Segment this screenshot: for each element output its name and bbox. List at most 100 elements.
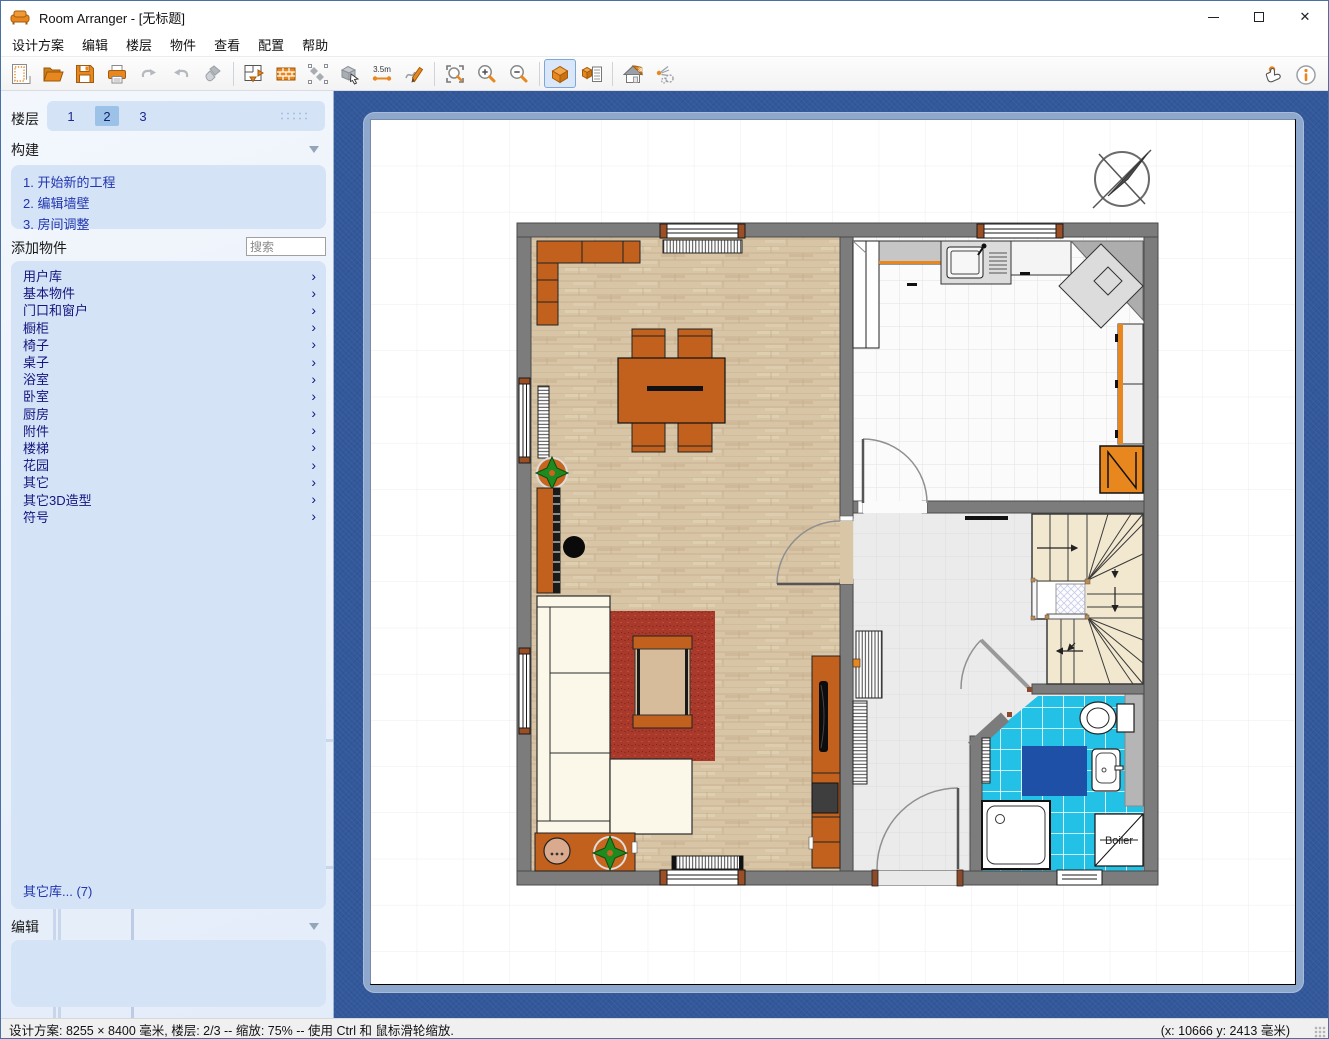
select-points-button[interactable] bbox=[302, 59, 334, 88]
category-kitchen[interactable]: 厨房› bbox=[11, 405, 326, 422]
plant-pot[interactable] bbox=[536, 457, 568, 489]
object-3d-button[interactable] bbox=[334, 59, 366, 88]
zoom-fit-icon bbox=[443, 62, 467, 86]
home-3d-button[interactable]: 3D bbox=[617, 59, 649, 88]
format-brush-icon bbox=[201, 62, 225, 86]
counter-right[interactable] bbox=[1011, 241, 1071, 275]
build-section-title: 构建 bbox=[11, 140, 39, 160]
new-button[interactable] bbox=[5, 59, 37, 88]
floor-tab-1[interactable]: 1 bbox=[59, 106, 83, 126]
sink-unit[interactable] bbox=[941, 241, 1011, 284]
open-button[interactable] bbox=[37, 59, 69, 88]
menu-help[interactable]: 帮助 bbox=[293, 33, 337, 56]
undo-button[interactable] bbox=[133, 59, 165, 88]
menu-design[interactable]: 设计方案 bbox=[3, 33, 73, 56]
floor-plan[interactable]: Boiler bbox=[371, 120, 1295, 984]
category-tables[interactable]: 桌子› bbox=[11, 353, 326, 370]
build-step-edit-walls[interactable]: 2. 编辑墙壁 bbox=[11, 192, 326, 213]
build-wall-button[interactable] bbox=[270, 59, 302, 88]
floors-drag-grip[interactable] bbox=[279, 111, 309, 122]
menu-config[interactable]: 配置 bbox=[249, 33, 293, 56]
category-other-3d[interactable]: 其它3D造型› bbox=[11, 490, 326, 507]
view-3d-objects-button[interactable] bbox=[544, 59, 576, 88]
plan-page[interactable]: Boiler bbox=[370, 119, 1296, 985]
category-chairs[interactable]: 椅子› bbox=[11, 336, 326, 353]
category-user-library[interactable]: 用户库› bbox=[11, 267, 326, 284]
category-doors-windows[interactable]: 门口和窗户› bbox=[11, 301, 326, 318]
hall-ladder bbox=[853, 701, 867, 784]
redo-button[interactable] bbox=[165, 59, 197, 88]
status-info: 设计方案: 8255 × 8400 毫米, 楼层: 2/3 -- 缩放: 75%… bbox=[9, 1020, 454, 1039]
wash-basin[interactable] bbox=[1092, 749, 1123, 791]
other-libraries-link[interactable]: 其它库... (7) bbox=[23, 881, 92, 900]
about-button[interactable] bbox=[1290, 60, 1322, 89]
category-other[interactable]: 其它› bbox=[11, 473, 326, 490]
coffee-table[interactable] bbox=[633, 636, 692, 728]
chevron-right-icon: › bbox=[311, 422, 316, 438]
fridge[interactable] bbox=[1100, 446, 1143, 493]
tv-cabinet[interactable] bbox=[809, 656, 840, 868]
boiler[interactable]: Boiler bbox=[1095, 814, 1143, 866]
menu-bar: 设计方案 编辑 楼层 物件 查看 配置 帮助 bbox=[1, 33, 1328, 56]
zoom-in-button[interactable] bbox=[471, 59, 503, 88]
category-symbols[interactable]: 符号› bbox=[11, 508, 326, 525]
menu-view[interactable]: 查看 bbox=[205, 33, 249, 56]
search-input[interactable] bbox=[246, 237, 326, 256]
toolbar-separator bbox=[233, 62, 234, 86]
print-button[interactable] bbox=[101, 59, 133, 88]
menu-object[interactable]: 物件 bbox=[161, 33, 205, 56]
chevron-right-icon: › bbox=[311, 302, 316, 318]
pouf[interactable] bbox=[544, 838, 570, 864]
select-points-icon bbox=[306, 62, 330, 86]
collapse-triangle-icon[interactable] bbox=[309, 146, 319, 153]
minimize-button[interactable] bbox=[1190, 1, 1236, 33]
collapse-triangle-icon[interactable] bbox=[309, 923, 319, 930]
menu-edit[interactable]: 编辑 bbox=[73, 33, 117, 56]
walkthrough-button[interactable] bbox=[649, 59, 681, 88]
close-button[interactable]: ✕ bbox=[1282, 1, 1328, 33]
maximize-button[interactable] bbox=[1236, 1, 1282, 33]
stool-round[interactable] bbox=[563, 536, 585, 558]
drawing-canvas[interactable]: Boiler bbox=[334, 91, 1328, 1018]
build-step-adjust-rooms[interactable]: 3. 房间调整 bbox=[11, 213, 326, 234]
category-bedroom[interactable]: 卧室› bbox=[11, 387, 326, 404]
bath-mat[interactable] bbox=[1022, 746, 1087, 796]
staircase[interactable] bbox=[1031, 514, 1143, 684]
radiator-hall bbox=[853, 631, 882, 698]
floor-tab-2[interactable]: 2 bbox=[95, 106, 119, 126]
floors-tabstrip: 1 2 3 bbox=[47, 101, 325, 131]
pen-icon bbox=[402, 62, 426, 86]
plan-editor-button[interactable] bbox=[238, 59, 270, 88]
tall-cabinet[interactable] bbox=[853, 241, 879, 348]
category-cabinets[interactable]: 橱柜› bbox=[11, 319, 326, 336]
measure-button[interactable]: 3.5m bbox=[366, 59, 398, 88]
radiator-left bbox=[538, 386, 549, 458]
window-left-upper bbox=[519, 378, 530, 463]
category-garden[interactable]: 花园› bbox=[11, 456, 326, 473]
object-list-button[interactable] bbox=[576, 59, 608, 88]
plant-pot-2[interactable] bbox=[593, 836, 627, 870]
save-button[interactable] bbox=[69, 59, 101, 88]
floor-tab-3[interactable]: 3 bbox=[131, 106, 155, 126]
wall-cabinets-right[interactable] bbox=[1115, 324, 1143, 444]
zoom-fit-button[interactable] bbox=[439, 59, 471, 88]
bookshelf[interactable] bbox=[537, 488, 560, 593]
resize-grip[interactable] bbox=[1314, 1026, 1326, 1038]
format-brush-button[interactable] bbox=[197, 59, 229, 88]
zoom-out-button[interactable] bbox=[503, 59, 535, 88]
draw-pen-button[interactable] bbox=[398, 59, 430, 88]
shower-tray[interactable] bbox=[982, 801, 1050, 869]
chevron-right-icon: › bbox=[311, 491, 316, 507]
category-bathroom[interactable]: 浴室› bbox=[11, 370, 326, 387]
toilet[interactable] bbox=[1080, 702, 1134, 734]
counter-left[interactable] bbox=[879, 241, 941, 264]
pan-hand-button[interactable] bbox=[1258, 60, 1290, 89]
category-accessories[interactable]: 附件› bbox=[11, 422, 326, 439]
menu-floor[interactable]: 楼层 bbox=[117, 33, 161, 56]
category-basic-objects[interactable]: 基本物件› bbox=[11, 284, 326, 301]
build-step-new-project[interactable]: 1. 开始新的工程 bbox=[11, 171, 326, 192]
category-stairs[interactable]: 楼梯› bbox=[11, 439, 326, 456]
app-window: Room Arranger - [无标题] ✕ 设计方案 编辑 楼层 物件 查看… bbox=[0, 0, 1329, 1039]
stair-rail-bottom bbox=[1047, 614, 1087, 619]
edit-section-title: 编辑 bbox=[11, 917, 39, 937]
